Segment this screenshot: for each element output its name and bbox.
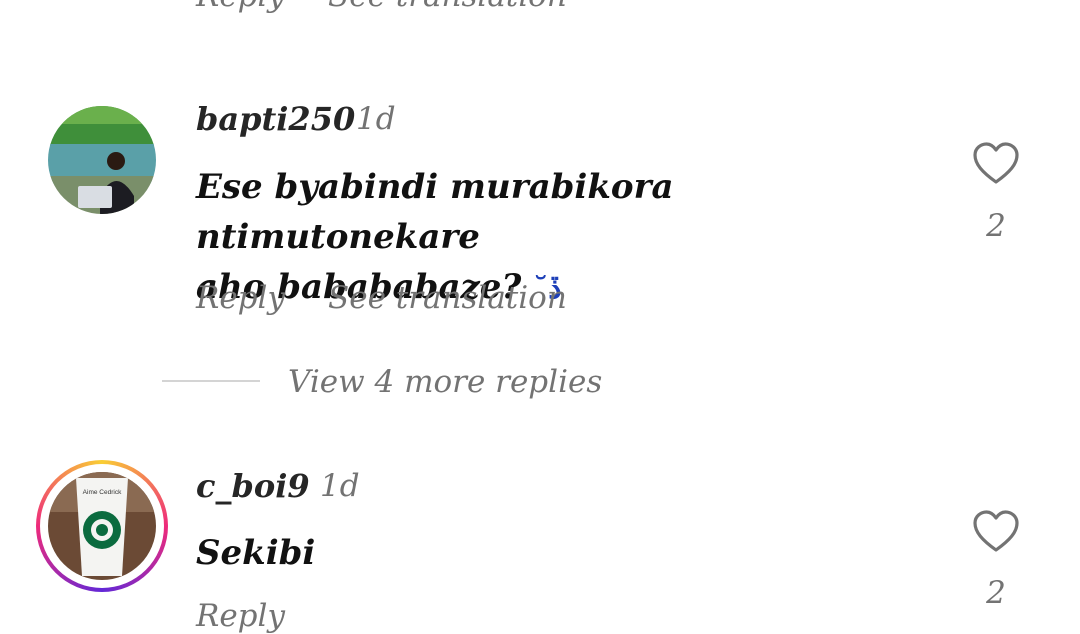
reply-button[interactable]: Reply bbox=[196, 598, 285, 634]
comment-timestamp: 1d bbox=[356, 101, 396, 137]
like-count: 2 bbox=[986, 575, 1006, 611]
see-translation-button[interactable]: See translation bbox=[328, 0, 567, 14]
see-translation-button[interactable]: See translation bbox=[328, 280, 567, 316]
reply-button[interactable]: Reply bbox=[196, 280, 285, 316]
avatar-bapti250[interactable] bbox=[48, 106, 156, 214]
like-count: 2 bbox=[986, 208, 1006, 244]
like-button[interactable] bbox=[972, 142, 1020, 186]
comment-username[interactable]: c_boi9 bbox=[196, 467, 310, 505]
like-button[interactable] bbox=[972, 510, 1020, 554]
avatar-photo: Aime Cedrick bbox=[48, 472, 156, 580]
replies-divider bbox=[162, 380, 260, 382]
heart-icon bbox=[973, 510, 1019, 552]
avatar-c_boi9: Aime Cedrick bbox=[48, 472, 156, 580]
comment-timestamp: 1d bbox=[320, 468, 360, 504]
comment-text: Sekibi bbox=[196, 533, 316, 573]
view-more-replies-button[interactable]: View 4 more replies bbox=[288, 364, 602, 400]
story-ring[interactable]: Aime Cedrick bbox=[36, 460, 168, 592]
cup-text: Aime Cedrick bbox=[83, 489, 122, 496]
comment-text-line: Ese byabindi murabikora ntimutonekare bbox=[196, 167, 674, 257]
avatar-photo bbox=[48, 106, 156, 214]
reply-button[interactable]: Reply bbox=[196, 0, 285, 14]
heart-icon bbox=[973, 142, 1019, 184]
comment-username[interactable]: bapti250 bbox=[196, 100, 355, 138]
